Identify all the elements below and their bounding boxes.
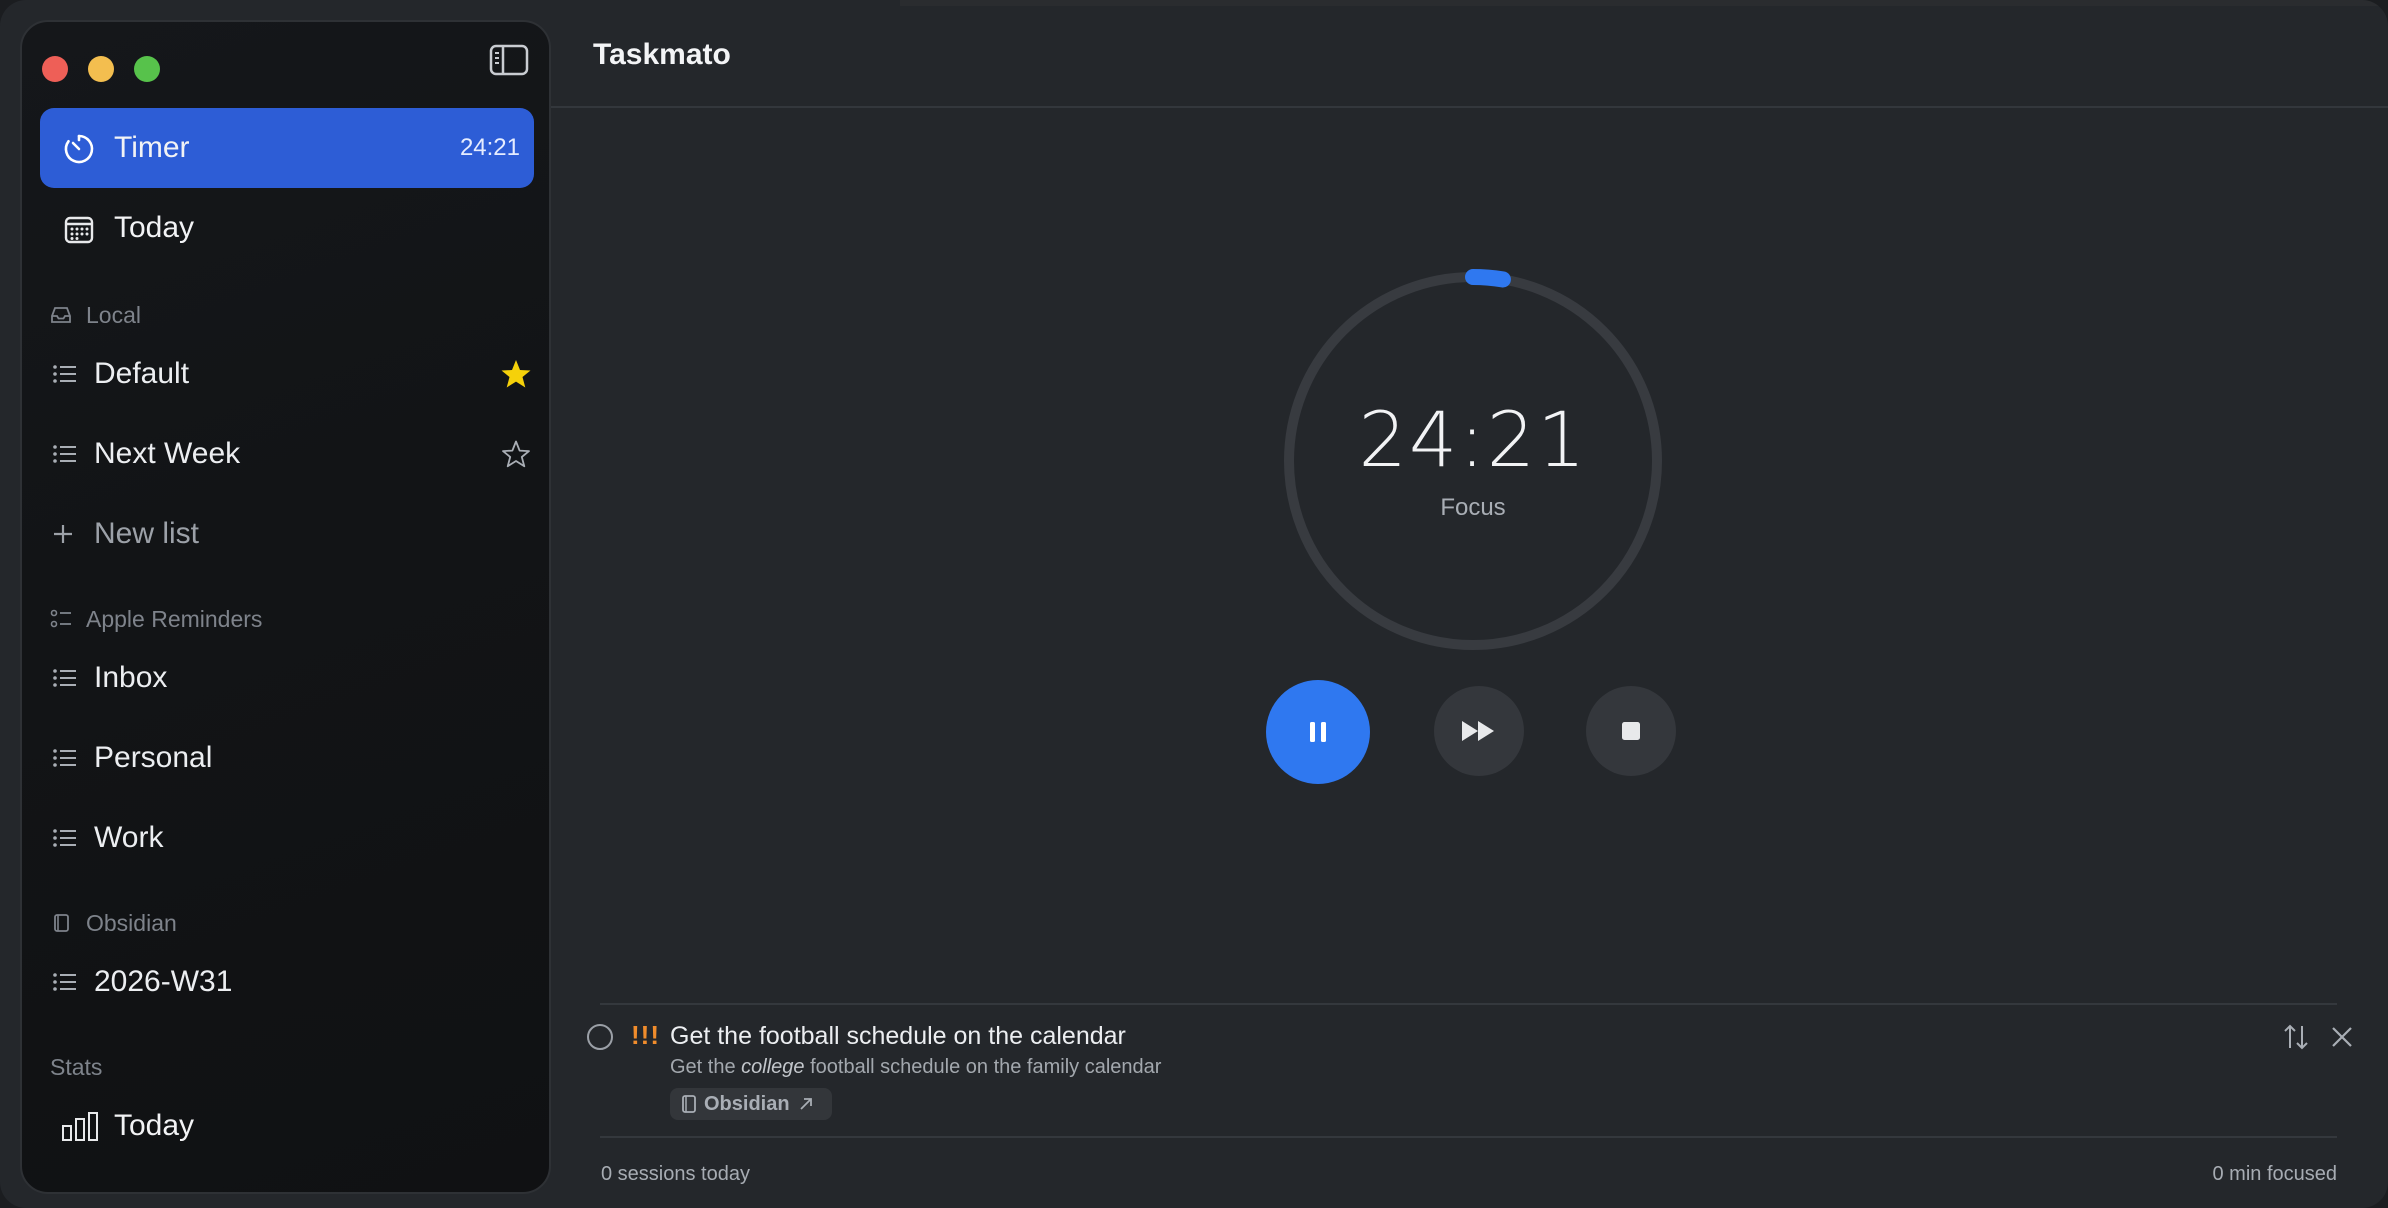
header-divider [551,106,2388,108]
plus-icon [54,525,72,543]
sessions-count: 0 sessions today [601,1163,750,1185]
task-notes: Get the college football schedule on the… [670,1056,1161,1079]
zoom-window-button[interactable] [134,56,160,82]
pause-icon [1310,722,1326,742]
list-icon [53,749,76,767]
new-list-label: New list [94,517,200,550]
list-label: Personal [94,741,213,774]
sidebar-list-2026-w31[interactable]: 2026-W31 [52,952,542,1012]
section-local: Local [50,300,141,330]
task-divider-top [600,1003,2337,1005]
star-outline-icon[interactable] [500,438,532,470]
list-label: Work [94,821,164,854]
new-list-button[interactable]: New list [52,504,542,564]
checklist-icon [50,609,71,628]
external-link-icon [799,1098,812,1110]
sidebar-toggle-icon[interactable] [488,42,530,78]
sidebar-item-cut-off [62,1186,182,1192]
task-notes-text: Get the [670,1056,742,1078]
sidebar-list-default[interactable]: Default [52,344,542,404]
focused-minutes: 0 min focused [2212,1163,2337,1185]
section-label: Obsidian [86,909,177,936]
sidebar-item-label: Today [114,1109,195,1142]
list-icon [53,445,76,463]
task-divider-bottom [600,1136,2337,1138]
section-stats: Stats [50,1052,102,1082]
sidebar-list-personal[interactable]: Personal [52,728,542,788]
book-icon [682,1095,696,1113]
section-label: Stats [50,1053,103,1080]
sidebar-list-work[interactable]: Work [52,808,542,868]
star-filled-icon[interactable] [500,358,532,390]
sidebar-item-stats-today[interactable]: Today [40,1086,534,1166]
task-complete-checkbox[interactable] [587,1024,613,1050]
close-icon[interactable] [2327,1022,2357,1052]
task-notes-emphasis: college [741,1056,805,1078]
list-label: Default [94,357,190,390]
list-icon [53,365,76,383]
pause-button[interactable] [1266,680,1370,784]
app-window: Timer 24:21 Today Local Default Next Wee… [0,0,2388,1208]
tray-icon [51,307,71,323]
list-label: Inbox [94,661,168,694]
bar-chart-icon [62,1110,98,1144]
list-icon [53,973,76,991]
tag-label: Obsidian [704,1092,790,1115]
stop-button[interactable] [1586,686,1676,776]
list-label: 2026-W31 [94,965,233,998]
fast-forward-icon [1462,721,1494,741]
section-obsidian: Obsidian [50,908,177,938]
section-label: Apple Reminders [86,605,263,632]
sidebar-item-label: Today [114,211,195,244]
close-window-button[interactable] [42,56,68,82]
sidebar-item-today[interactable]: Today [40,188,534,268]
sidebar-list-next-week[interactable]: Next Week [52,424,542,484]
obsidian-link-tag[interactable]: Obsidian [670,1088,832,1120]
timer-icon [62,132,96,166]
list-icon [53,829,76,847]
skip-button[interactable] [1434,686,1524,776]
sidebar-list-inbox[interactable]: Inbox [52,648,542,708]
section-label: Local [86,301,141,328]
task-notes-text: football schedule on the family calendar [804,1056,1162,1078]
sidebar: Timer 24:21 Today Local Default Next Wee… [20,20,551,1194]
app-title: Taskmato [593,38,731,71]
book-icon [54,914,69,932]
main-panel: Taskmato 24:21 Focus !!! Get the footbal… [551,0,2388,1208]
list-icon [53,669,76,687]
stop-icon [1622,722,1640,740]
task-priority: !!! [631,1020,660,1050]
task-title: Get the football schedule on the calenda… [670,1022,1126,1050]
sidebar-item-timer[interactable]: Timer 24:21 [40,108,534,188]
section-apple-reminders: Apple Reminders [50,604,262,634]
minimize-window-button[interactable] [88,56,114,82]
timer-badge: 24:21 [459,134,520,161]
timer-progress-arc [1465,269,1511,288]
swap-icon[interactable] [2281,1022,2311,1052]
calendar-icon [62,212,96,246]
timer-mode-label: Focus [1440,494,1506,521]
list-label: Next Week [94,437,241,470]
sidebar-item-label: Timer [114,131,190,164]
timer-display: 24:21 [1358,395,1588,484]
